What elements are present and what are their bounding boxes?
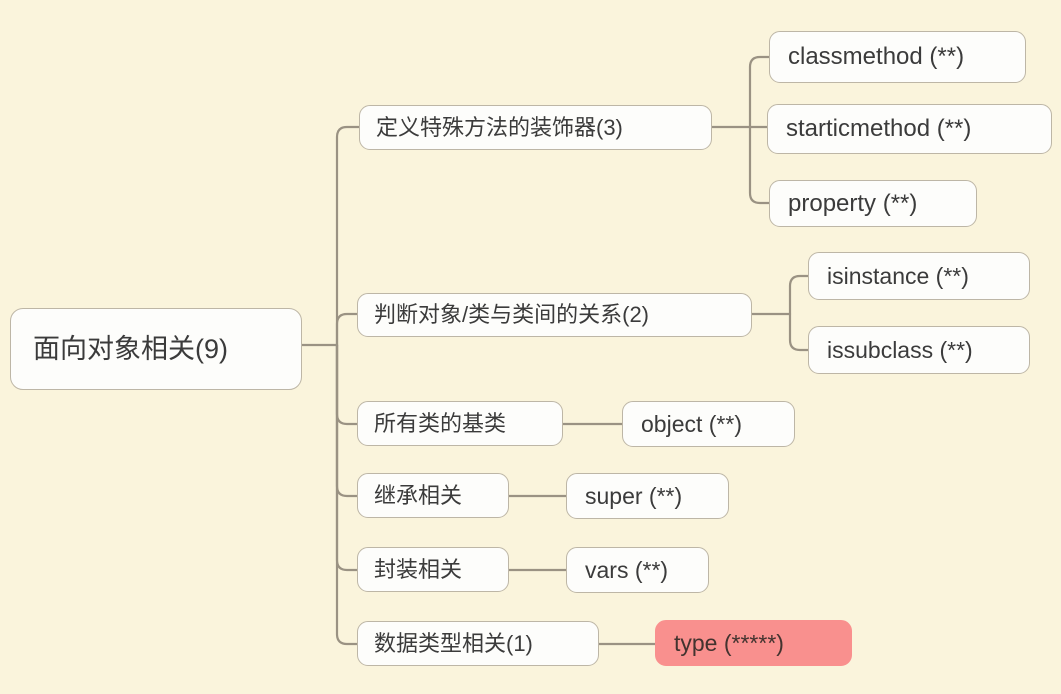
leaf-node-super[interactable]: super (**) <box>566 473 729 519</box>
branch-node-inheritance[interactable]: 继承相关 <box>357 473 509 518</box>
leaf-node-isinstance-label: isinstance (**) <box>827 262 969 289</box>
leaf-node-classmethod[interactable]: classmethod (**) <box>769 31 1026 83</box>
leaf-node-object-label: object (**) <box>641 410 742 437</box>
leaf-node-vars[interactable]: vars (**) <box>566 547 709 593</box>
branch-node-relations[interactable]: 判断对象/类与类间的关系(2) <box>357 293 752 337</box>
branch-node-inheritance-label: 继承相关 <box>374 482 463 508</box>
root-node[interactable]: 面向对象相关(9) <box>10 308 302 390</box>
leaf-node-starticmethod[interactable]: starticmethod (**) <box>767 104 1052 154</box>
branch-node-relations-label: 判断对象/类与类间的关系(2) <box>374 302 650 327</box>
branch-node-data-types-label: 数据类型相关(1) <box>374 630 533 656</box>
leaf-node-classmethod-label: classmethod (**) <box>788 43 965 70</box>
branch-node-base-class-label: 所有类的基类 <box>374 410 507 436</box>
branch-node-decorators[interactable]: 定义特殊方法的装饰器(3) <box>359 105 712 150</box>
root-node-label: 面向对象相关(9) <box>33 333 228 364</box>
leaf-node-isinstance[interactable]: isinstance (**) <box>808 252 1030 300</box>
leaf-node-super-label: super (**) <box>585 482 683 509</box>
leaf-node-object[interactable]: object (**) <box>622 401 795 447</box>
leaf-node-issubclass[interactable]: issubclass (**) <box>808 326 1030 374</box>
leaf-node-property[interactable]: property (**) <box>769 180 977 227</box>
branch-node-encapsulation[interactable]: 封装相关 <box>357 547 509 592</box>
branch-node-decorators-label: 定义特殊方法的装饰器(3) <box>376 114 623 140</box>
branch-node-encapsulation-label: 封装相关 <box>374 556 463 582</box>
leaf-node-type-label: type (*****) <box>674 629 784 656</box>
branch-node-base-class[interactable]: 所有类的基类 <box>357 401 563 446</box>
branch-node-data-types[interactable]: 数据类型相关(1) <box>357 621 599 666</box>
leaf-node-starticmethod-label: starticmethod (**) <box>786 115 972 142</box>
leaf-node-type[interactable]: type (*****) <box>655 620 852 666</box>
leaf-node-issubclass-label: issubclass (**) <box>827 336 973 363</box>
leaf-node-vars-label: vars (**) <box>585 556 669 583</box>
leaf-node-property-label: property (**) <box>788 189 918 217</box>
mindmap-canvas: 面向对象相关(9) 定义特殊方法的装饰器(3) classmethod (**)… <box>0 0 1061 694</box>
